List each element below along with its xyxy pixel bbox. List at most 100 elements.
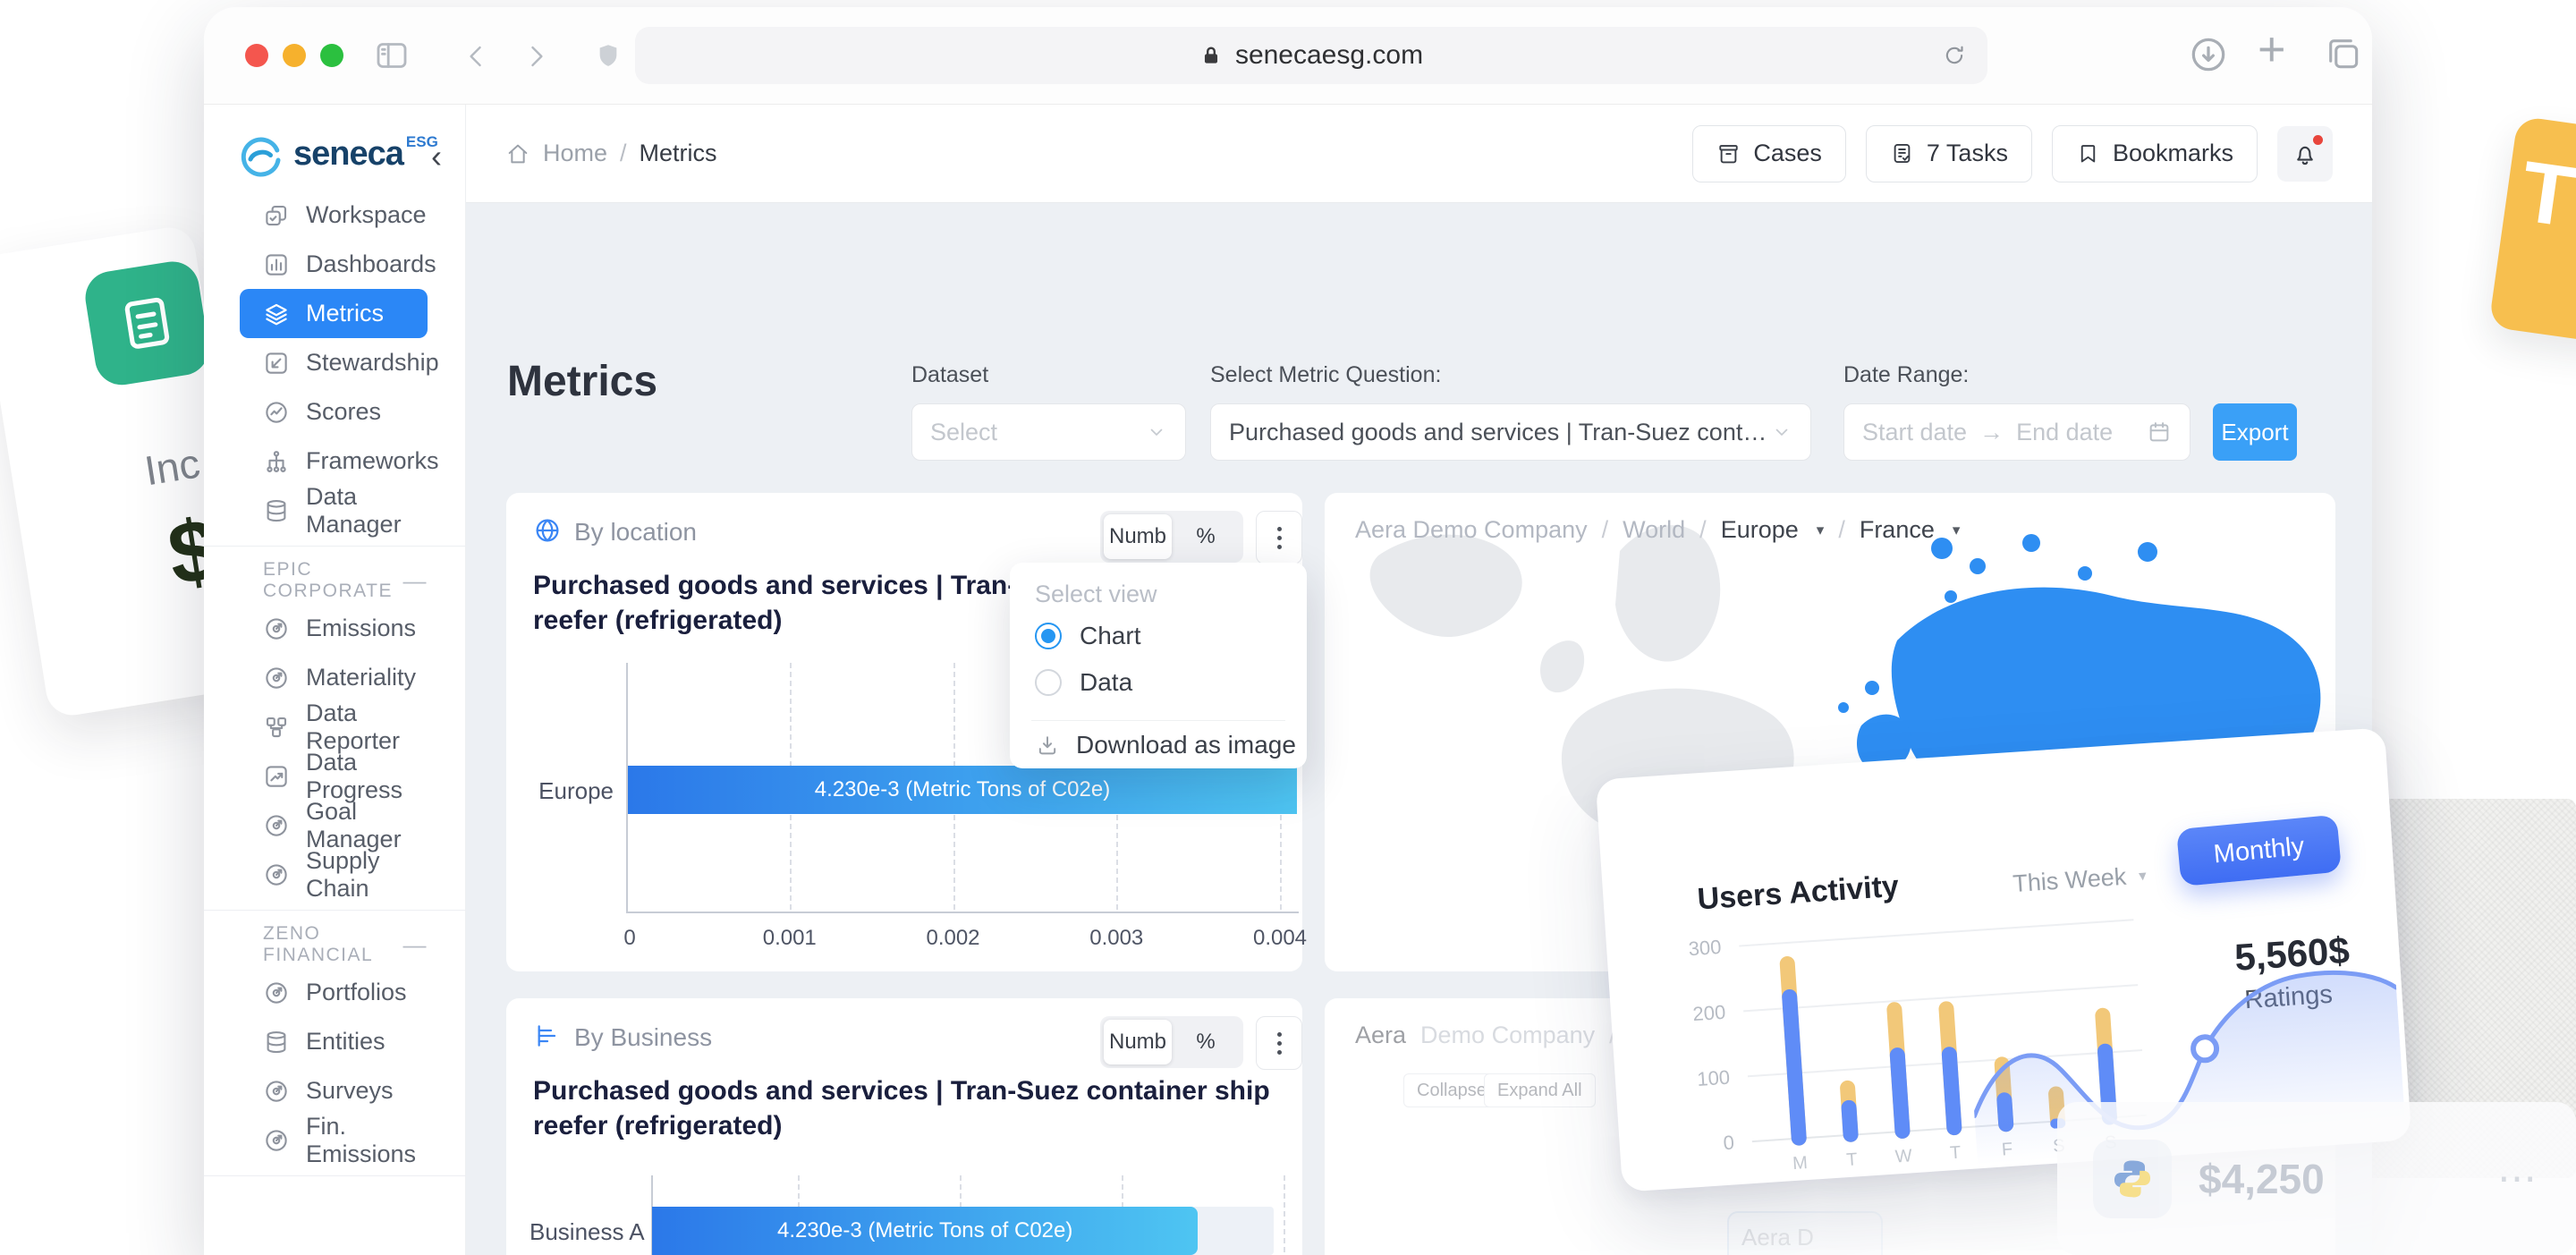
sidebar-item-supply-chain[interactable]: Supply Chain bbox=[240, 850, 428, 899]
section-collapse-icon[interactable]: — bbox=[403, 567, 428, 595]
new-tab-icon[interactable]: + bbox=[2258, 21, 2301, 77]
day-label: W bbox=[1894, 1146, 1912, 1167]
sidebar-item-goal-manager[interactable]: Goal Manager bbox=[240, 801, 428, 850]
target-icon bbox=[263, 1127, 290, 1154]
sidebar-item-label: Surveys bbox=[306, 1077, 394, 1105]
menu-option-data[interactable]: Data bbox=[1035, 668, 1132, 697]
y-tick: 300 bbox=[1658, 936, 1723, 963]
earned-value: $4,250 bbox=[2199, 1155, 2325, 1203]
breadcrumb-world: World bbox=[1623, 516, 1685, 544]
menu-header: Select view bbox=[1035, 581, 1157, 608]
breadcrumb: Home / Metrics bbox=[505, 140, 717, 167]
breadcrumb-slash: / bbox=[1838, 516, 1845, 544]
home-icon[interactable] bbox=[505, 141, 530, 166]
bar-europe[interactable]: 4.230e-3 (Metric Tons of C02e) bbox=[628, 766, 1297, 814]
bookmarks-button[interactable]: Bookmarks bbox=[2052, 125, 2258, 182]
menu-divider bbox=[1031, 720, 1285, 721]
scores-icon bbox=[263, 399, 290, 426]
downloads-icon[interactable] bbox=[2188, 34, 2229, 75]
gridline bbox=[1284, 1175, 1285, 1255]
cases-button[interactable]: Cases bbox=[1692, 125, 1846, 182]
sidebar-item-data-progress[interactable]: Data Progress bbox=[240, 751, 428, 801]
zoom-window-button[interactable] bbox=[320, 44, 343, 67]
forward-icon[interactable] bbox=[521, 41, 551, 72]
tab-overview-icon[interactable] bbox=[2324, 34, 2363, 73]
sidebar-item-label: Entities bbox=[306, 1028, 386, 1056]
menu-option-chart[interactable]: Chart bbox=[1035, 622, 1140, 650]
database-icon bbox=[263, 1029, 290, 1056]
sidebar-collapse-icon[interactable]: ‹ bbox=[431, 140, 442, 173]
sidebar-item-emissions[interactable]: Emissions bbox=[240, 604, 428, 653]
metrics-icon bbox=[263, 301, 290, 327]
export-button[interactable]: Export bbox=[2213, 403, 2297, 461]
expand-all-button[interactable]: Expand All bbox=[1484, 1073, 1596, 1107]
dataset-label: Dataset bbox=[911, 362, 988, 388]
sidebar-item-data-reporter[interactable]: Data Reporter bbox=[240, 702, 428, 751]
tasks-button[interactable]: 7 Tasks bbox=[1866, 125, 2032, 182]
sidebar-item-stewardship[interactable]: Stewardship bbox=[240, 338, 428, 387]
url-bar[interactable]: senecaesg.com bbox=[635, 27, 1987, 84]
dataset-select[interactable]: Select bbox=[911, 403, 1186, 461]
sidebar-item-frameworks[interactable]: Frameworks bbox=[240, 437, 428, 486]
sidebar-item-entities[interactable]: Entities bbox=[240, 1017, 428, 1066]
sidebar-item-scores[interactable]: Scores bbox=[240, 387, 428, 437]
target-icon bbox=[263, 861, 290, 888]
sidebar-divider bbox=[204, 1175, 465, 1176]
sidebar-toggle-icon[interactable] bbox=[372, 38, 411, 73]
grid-icon bbox=[263, 714, 290, 741]
python-icon bbox=[2093, 1140, 2172, 1218]
date-arrow: → bbox=[1979, 419, 2004, 446]
tasks-icon bbox=[1890, 141, 1914, 165]
sidebar-item-metrics[interactable]: Metrics bbox=[240, 289, 428, 338]
sidebar-item-fin-emissions[interactable]: Fin. Emissions bbox=[240, 1115, 428, 1165]
week-range-select[interactable]: This Week ▾ bbox=[2012, 861, 2147, 898]
sidebar-item-label: Stewardship bbox=[306, 349, 439, 377]
day-label: T bbox=[1949, 1143, 1962, 1165]
notifications-button[interactable] bbox=[2277, 126, 2333, 182]
sidebar-item-surveys[interactable]: Surveys bbox=[240, 1066, 428, 1115]
database-icon bbox=[263, 497, 290, 524]
shield-icon[interactable] bbox=[594, 37, 623, 74]
date-range-input[interactable]: Start date → End date bbox=[1843, 403, 2190, 461]
breadcrumb-home[interactable]: Home bbox=[543, 140, 607, 167]
breadcrumb-separator: / bbox=[620, 140, 627, 167]
cases-icon bbox=[1716, 141, 1741, 165]
bar-business[interactable]: 4.230e-3 (Metric Tons of C02e) bbox=[652, 1207, 1198, 1255]
brand-logo[interactable]: seneca ESG bbox=[238, 133, 438, 180]
sidebar-item-dashboards[interactable]: Dashboards bbox=[240, 240, 428, 289]
monthly-button[interactable]: Monthly bbox=[2176, 815, 2342, 886]
reload-icon[interactable] bbox=[1941, 42, 1968, 69]
breadcrumb-europe[interactable]: Europe bbox=[1721, 516, 1799, 544]
section-collapse-icon[interactable]: — bbox=[403, 931, 428, 959]
sidebar-item-label: Fin. Emissions bbox=[306, 1113, 428, 1168]
sidebar-item-data-manager[interactable]: Data Manager bbox=[240, 486, 428, 535]
x-tick: 0.002 bbox=[926, 926, 979, 951]
tree-node[interactable]: Aera D 4.230e-3 bbox=[1727, 1211, 1883, 1255]
caret-down-icon: ▾ bbox=[1817, 522, 1825, 539]
breadcrumb-france[interactable]: France bbox=[1860, 516, 1935, 544]
sidebar-item-materiality[interactable]: Materiality bbox=[240, 653, 428, 702]
sidebar-item-label: Portfolios bbox=[306, 979, 407, 1006]
caret-down-icon: ▾ bbox=[1953, 522, 1961, 539]
app-header: Home / Metrics Cases 7 Tasks bbox=[466, 105, 2372, 203]
activity-bar-base bbox=[1941, 1047, 1962, 1135]
radio-icon[interactable] bbox=[1035, 623, 1062, 649]
page-title: Metrics bbox=[507, 357, 657, 406]
target-icon bbox=[263, 1078, 290, 1105]
map-breadcrumb: Aera Demo Company/World/Europe▾/France▾ bbox=[1355, 516, 1960, 544]
sidebar-item-portfolios[interactable]: Portfolios bbox=[240, 968, 428, 1017]
minimize-window-button[interactable] bbox=[283, 44, 306, 67]
close-window-button[interactable] bbox=[245, 44, 268, 67]
activity-bar-base bbox=[1889, 1047, 1911, 1139]
notification-dot bbox=[2313, 135, 2323, 145]
metric-question-label: Select Metric Question: bbox=[1210, 362, 1441, 388]
radio-icon[interactable] bbox=[1035, 669, 1062, 696]
back-icon[interactable] bbox=[462, 41, 492, 72]
download-icon bbox=[1035, 733, 1060, 758]
metric-question-select[interactable]: Purchased goods and services | Tran-Suez… bbox=[1210, 403, 1811, 461]
header-actions: Cases 7 Tasks Bookmarks bbox=[1692, 125, 2333, 182]
chevron-down-icon bbox=[1771, 421, 1792, 443]
sidebar-item-workspace[interactable]: Workspace bbox=[240, 191, 428, 240]
download-as-image-item[interactable]: Download as image bbox=[1035, 731, 1296, 759]
breadcrumb-demo-company: Demo Company bbox=[1420, 1022, 1595, 1049]
